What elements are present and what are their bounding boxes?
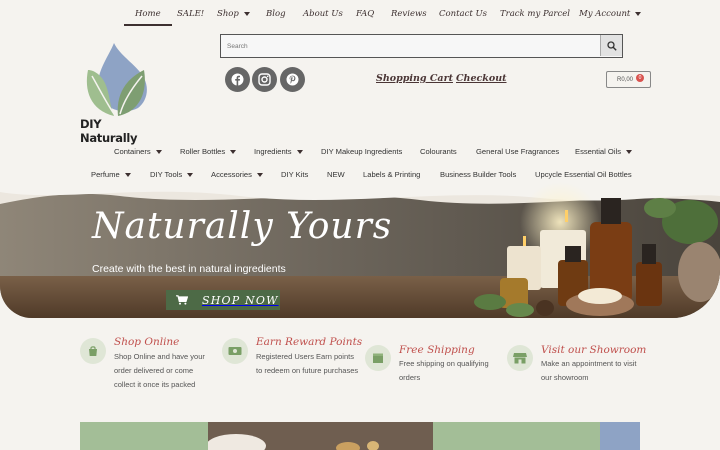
nav-shop[interactable]: Shop [217,9,250,19]
facebook-icon [231,73,244,86]
cat-essential-oils-label: Essential Oils [575,147,622,156]
cat-diy-tools[interactable]: DIY Tools [150,170,194,179]
cat-business-tools[interactable]: Business Builder Tools [440,170,516,179]
mini-cart-button[interactable]: R0,00 0 [606,71,651,88]
nav-home[interactable]: Home [124,9,172,26]
feature-text-rewards: Registered Users Earn points to redeem o… [256,352,359,375]
chevron-down-icon [635,11,642,16]
nav-reviews[interactable]: Reviews [391,9,427,19]
cat-new[interactable]: NEW [327,170,345,179]
cart-icon [176,295,188,305]
site-logo[interactable]: DIY Naturally [80,40,160,145]
store-icon [513,353,527,364]
cat-labels-printing[interactable]: Labels & Printing [363,170,420,179]
cat-ingredients-label: Ingredients [254,147,292,156]
hero-banner [0,182,720,318]
promo-tile-blue[interactable] [600,422,640,450]
search-button[interactable] [600,35,622,56]
cat-colourants[interactable]: Colourants [420,147,457,156]
chevron-down-icon [296,150,303,154]
feature-text-showroom: Make an appointment to visit our showroo… [541,359,637,382]
feature-title-shipping: Free Shipping [399,344,475,356]
feature-title-showroom: Visit our Showroom [541,344,647,356]
instagram-icon [258,73,271,86]
nav-contact[interactable]: Contact Us [439,9,487,19]
cart-total: R0,00 [617,77,634,83]
feature-icon-shop [80,338,106,364]
nav-about[interactable]: About Us [303,9,343,19]
promo-tile-image[interactable] [208,422,433,450]
checkout-link[interactable]: Checkout [456,73,507,84]
feature-text-shipping: Free shipping on qualifying orders [399,359,489,382]
pinterest-icon [286,73,299,86]
cat-ingredients[interactable]: Ingredients [254,147,303,156]
nav-track-parcel[interactable]: Track my Parcel [500,9,570,19]
feature-title-rewards: Earn Reward Points [256,336,363,348]
cat-perfume-label: Perfume [91,170,120,179]
nav-my-account[interactable]: My Account [579,9,642,19]
chevron-down-icon [626,150,633,154]
box-icon [373,353,383,363]
money-icon [228,347,242,355]
shop-now-label: SHOP NOW [202,293,279,307]
cat-diy-makeup[interactable]: DIY Makeup Ingredients [321,147,402,156]
shopping-cart-link[interactable]: Shopping Cart [376,73,453,84]
facebook-button[interactable] [225,67,250,92]
hero-title: Naturally Yours [92,206,393,247]
search-input[interactable] [227,39,597,53]
cat-perfume[interactable]: Perfume [91,170,131,179]
hero-subtitle: Create with the best in natural ingredie… [92,263,286,275]
cat-diy-kits[interactable]: DIY Kits [281,170,308,179]
cat-fragrances[interactable]: General Use Fragrances [476,147,559,156]
cart-count-badge: 0 [636,74,644,82]
feature-title-shop: Shop Online [114,336,180,348]
feature-icon-showroom [507,345,533,371]
feature-icon-shipping [365,345,391,371]
top-nav: Home SALE! Shop Blog About Us FAQ Review… [0,0,720,28]
pinterest-button[interactable] [280,67,305,92]
cat-accessories-label: Accessories [211,170,252,179]
nav-faq[interactable]: FAQ [356,9,374,19]
feature-icon-rewards [222,338,248,364]
spa-photo [208,422,433,450]
chevron-down-icon [230,150,237,154]
chevron-down-icon [155,150,162,154]
instagram-button[interactable] [252,67,277,92]
shop-now-button[interactable]: SHOP NOW [166,290,280,310]
cat-roller-bottles[interactable]: Roller Bottles [180,147,237,156]
search-bar [220,34,623,58]
chevron-down-icon [243,11,250,16]
hero-background-image [0,182,720,318]
promo-tile-sage[interactable] [433,422,600,450]
cat-essential-oils[interactable]: Essential Oils [575,147,633,156]
cat-containers[interactable]: Containers [114,147,162,156]
leaf-drop-logo-icon [86,43,147,116]
chevron-down-icon [187,173,194,177]
cat-diy-tools-label: DIY Tools [150,170,183,179]
cat-accessories[interactable]: Accessories [211,170,263,179]
feature-text-shop: Shop Online and have your order delivere… [114,352,205,389]
cat-upcycle-bottles[interactable]: Upcycle Essential Oil Bottles [535,170,632,179]
chevron-down-icon [124,173,131,177]
cat-roller-bottles-label: Roller Bottles [180,147,226,156]
nav-sale[interactable]: SALE! [177,9,204,19]
nav-blog[interactable]: Blog [266,9,286,19]
chevron-down-icon [256,173,263,177]
promo-tile-green[interactable] [80,422,208,450]
nav-my-account-label: My Account [579,9,631,19]
search-icon [606,40,617,51]
nav-shop-label: Shop [217,9,239,19]
logo-text: DIY Naturally [80,117,138,145]
cat-containers-label: Containers [114,147,151,156]
bag-icon [89,346,97,356]
